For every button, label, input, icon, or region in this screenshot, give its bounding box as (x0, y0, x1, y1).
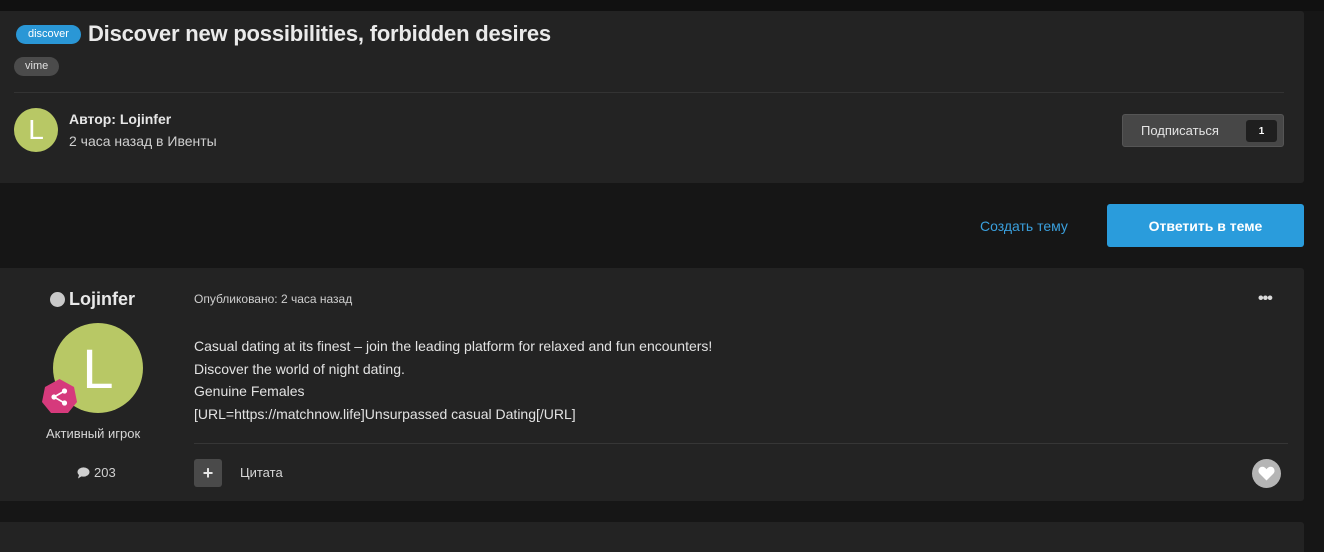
poster-rank: Активный игрок (46, 426, 141, 441)
poster-name-link[interactable]: Lojinfer (69, 289, 135, 310)
author-sub[interactable]: 2 часа назад в Ивенты (69, 133, 217, 149)
tag-vime[interactable]: vime (14, 57, 60, 76)
heart-icon (1258, 466, 1275, 481)
more-icon[interactable]: ••• (1258, 290, 1273, 308)
post-divider (194, 443, 1288, 444)
quote-button[interactable]: Цитата (240, 465, 283, 480)
multiquote-button[interactable]: + (194, 459, 222, 487)
post-meta: Опубликовано: 2 часа назад (194, 292, 353, 306)
post-body: Casual dating at its finest – join the l… (194, 335, 712, 425)
page-title: Discover new possibilities, forbidden de… (87, 21, 551, 46)
poster-post-count: 203 (77, 465, 116, 480)
header-divider (14, 92, 1284, 93)
prefix-badge[interactable]: discover (16, 24, 81, 44)
follow-label: Подписаться (1141, 123, 1219, 138)
online-status-icon (50, 292, 65, 307)
reply-button[interactable]: Ответить в теме (1107, 204, 1304, 247)
post-line: Casual dating at its finest – join the l… (194, 338, 713, 354)
post-count-value: 203 (94, 465, 116, 480)
follow-count-badge: 1 (1246, 120, 1277, 142)
poster-name: Lojinfer (50, 289, 135, 310)
post-line: Discover the world of night dating. (194, 360, 405, 377)
follow-button[interactable]: Подписаться 1 (1122, 114, 1284, 147)
like-button[interactable] (1252, 459, 1281, 488)
post-line: [URL=https://matchnow.life]Unsurpassed c… (194, 405, 576, 422)
top-strip (0, 0, 1324, 11)
next-post-card (0, 522, 1304, 552)
title-row: discover Discover new possibilities, for… (16, 21, 551, 47)
author-line[interactable]: Автор: Lojinfer (69, 111, 171, 127)
create-topic-link[interactable]: Создать тему (980, 218, 1068, 234)
post-line: Genuine Females (194, 383, 305, 399)
share-icon (41, 378, 78, 415)
author-avatar[interactable]: L (14, 108, 58, 152)
speech-bubble-icon (77, 466, 90, 478)
